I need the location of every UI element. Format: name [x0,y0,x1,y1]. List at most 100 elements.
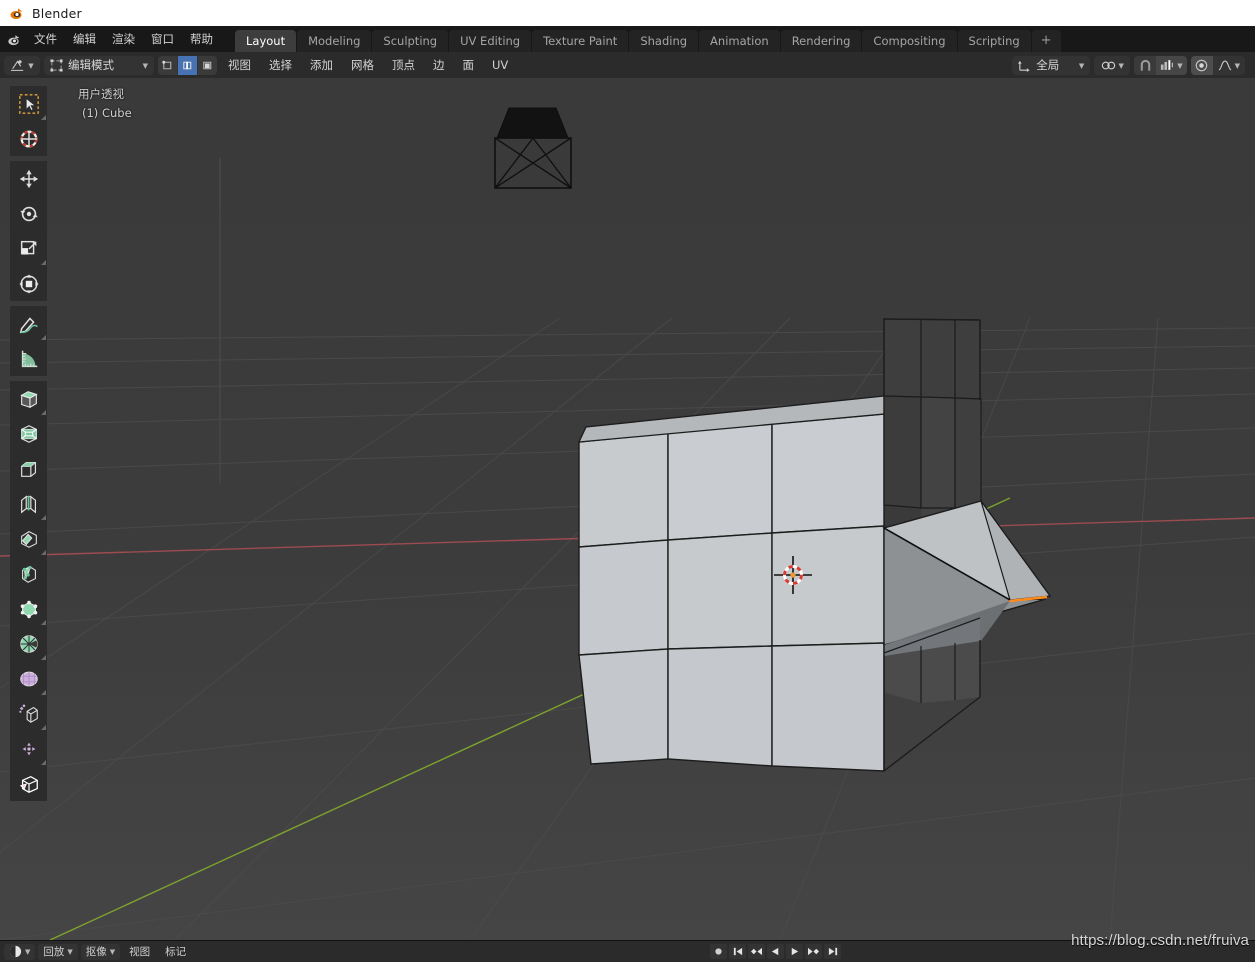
menu-render[interactable]: 渲染 [104,29,143,49]
workspace-tab-uv-editing[interactable]: UV Editing [449,30,532,52]
tl-menu-keying[interactable]: 抠像 ▼ [80,943,121,960]
snapping-group: ▼ [1134,55,1187,75]
face-select-icon [201,59,214,72]
annotate-tool[interactable] [10,306,47,341]
spin-tool[interactable] [10,591,47,626]
vp-menu-vertex[interactable]: 顶点 [385,54,422,76]
vp-menu-select[interactable]: 选择 [262,54,299,76]
window-title-bar: Blender [0,0,1255,26]
poly-build-tool[interactable] [10,556,47,591]
shrink-fatten-tool[interactable] [10,661,47,696]
tl-menu-playback[interactable]: 回放 ▼ [38,943,78,960]
submenu-corner-icon [41,410,46,415]
workspace-tab-modeling[interactable]: Modeling [297,30,372,52]
workspace-tab-rendering[interactable]: Rendering [780,30,862,52]
workspace-tab-scripting[interactable]: Scripting [957,30,1031,52]
blender-logo-icon [8,5,24,21]
play-icon [791,947,799,956]
menu-window[interactable]: 窗口 [143,29,182,49]
bevel-tool[interactable] [10,451,47,486]
3d-viewport[interactable]: 用户透视 (1) Cube [0,78,1255,940]
edge-select-button[interactable] [178,55,197,75]
edit-mode-icon [50,58,63,72]
menu-help[interactable]: 帮助 [182,29,221,49]
rotate-tool[interactable] [10,196,47,231]
measure-tool[interactable] [10,341,47,376]
tl-menu-marker[interactable]: 标记 [159,944,192,959]
prev-keyframe-button[interactable] [748,944,765,959]
workspace-tab-animation[interactable]: Animation [699,30,780,52]
vp-menu-edge[interactable]: 边 [426,54,452,76]
knife-tool[interactable] [10,521,47,556]
topbar-blender-logo-icon[interactable] [0,26,26,52]
watermark-text: https://blog.csdn.net/fruiva [1071,932,1249,949]
snap-target-dropdown[interactable]: ▼ [1156,55,1187,75]
chevron-down-icon: ▼ [1177,61,1183,70]
proportional-falloff-dropdown[interactable]: ▼ [1213,56,1245,75]
window-title: Blender [32,5,82,21]
workspace-tab-texture-paint[interactable]: Texture Paint [532,30,629,52]
tweak-tool[interactable] [10,86,47,121]
transform-tool[interactable] [10,266,47,301]
spin-icon [18,598,40,620]
vp-menu-uv[interactable]: UV [485,55,515,75]
select-mode-group [158,55,217,75]
play-reverse-button[interactable] [767,944,784,959]
play-button[interactable] [786,944,803,959]
add-workspace-button[interactable]: + [1031,30,1061,52]
record-button[interactable] [710,944,727,959]
magnet-icon [1139,59,1152,72]
blender-application-window: Blender 文件 编辑 渲染 窗口 帮助 Layout Modeling S… [0,0,1255,962]
tl-menu-view[interactable]: 视图 [123,944,156,959]
scale-tool[interactable] [10,231,47,266]
menu-file[interactable]: 文件 [26,29,65,49]
rip-region-icon [18,773,40,795]
measure-ruler-icon [18,348,40,370]
jump-to-start-icon [733,947,742,956]
workspace-tab-layout[interactable]: Layout [235,30,297,52]
loop-cut-tool[interactable] [10,486,47,521]
vp-menu-mesh[interactable]: 网格 [344,54,381,76]
submenu-corner-icon [41,690,46,695]
edge-slide-tool[interactable] [10,696,47,731]
extrude-region-tool[interactable] [10,381,47,416]
vp-menu-face[interactable]: 面 [456,54,482,76]
transform-icon [18,273,40,295]
timeline-editor-header: ▼ 回放 ▼ 抠像 ▼ 视图 标记 [0,940,1255,962]
timeline-editor-type-button[interactable]: ▼ [4,943,36,960]
workspace-tab-compositing[interactable]: Compositing [862,30,957,52]
editor-type-button[interactable]: ▼ [4,55,40,75]
cursor-arrow-icon [18,93,40,115]
workspace-tabs: Layout Modeling Sculpting UV Editing Tex… [235,26,1062,52]
shear-tool[interactable] [10,731,47,766]
smooth-tool[interactable] [10,626,47,661]
chevron-down-icon: ▼ [67,948,73,956]
submenu-corner-icon [41,260,46,265]
next-keyframe-button[interactable] [805,944,822,959]
submenu-corner-icon [41,655,46,660]
vertex-select-button[interactable] [158,55,177,75]
inset-faces-tool[interactable] [10,416,47,451]
proportional-edit-toggle[interactable] [1190,55,1213,75]
cursor-tool[interactable] [10,121,47,156]
chevron-down-icon: ▼ [25,948,31,956]
snap-toggle-button[interactable] [1134,55,1157,75]
inset-faces-icon [18,423,40,445]
transform-orientation-dropdown[interactable]: 全局 ▼ [1012,55,1091,75]
vp-menu-add[interactable]: 添加 [303,54,340,76]
jump-to-start-button[interactable] [729,944,746,959]
rip-region-tool[interactable] [10,766,47,801]
jump-to-end-button[interactable] [824,944,841,959]
pivot-point-dropdown[interactable]: ▼ [1094,55,1131,75]
chevron-down-icon: ▼ [1118,61,1124,70]
vp-menu-view[interactable]: 视图 [221,54,258,76]
loop-cut-icon [18,493,40,515]
move-tool[interactable] [10,161,47,196]
annotate-pencil-icon [18,313,40,335]
face-select-button[interactable] [198,55,217,75]
workspace-tab-shading[interactable]: Shading [629,30,699,52]
mode-select-dropdown[interactable]: 编辑模式 ▼ [44,55,154,75]
menu-edit[interactable]: 编辑 [65,29,104,49]
workspace-tab-sculpting[interactable]: Sculpting [372,30,449,52]
shear-icon [18,738,40,760]
